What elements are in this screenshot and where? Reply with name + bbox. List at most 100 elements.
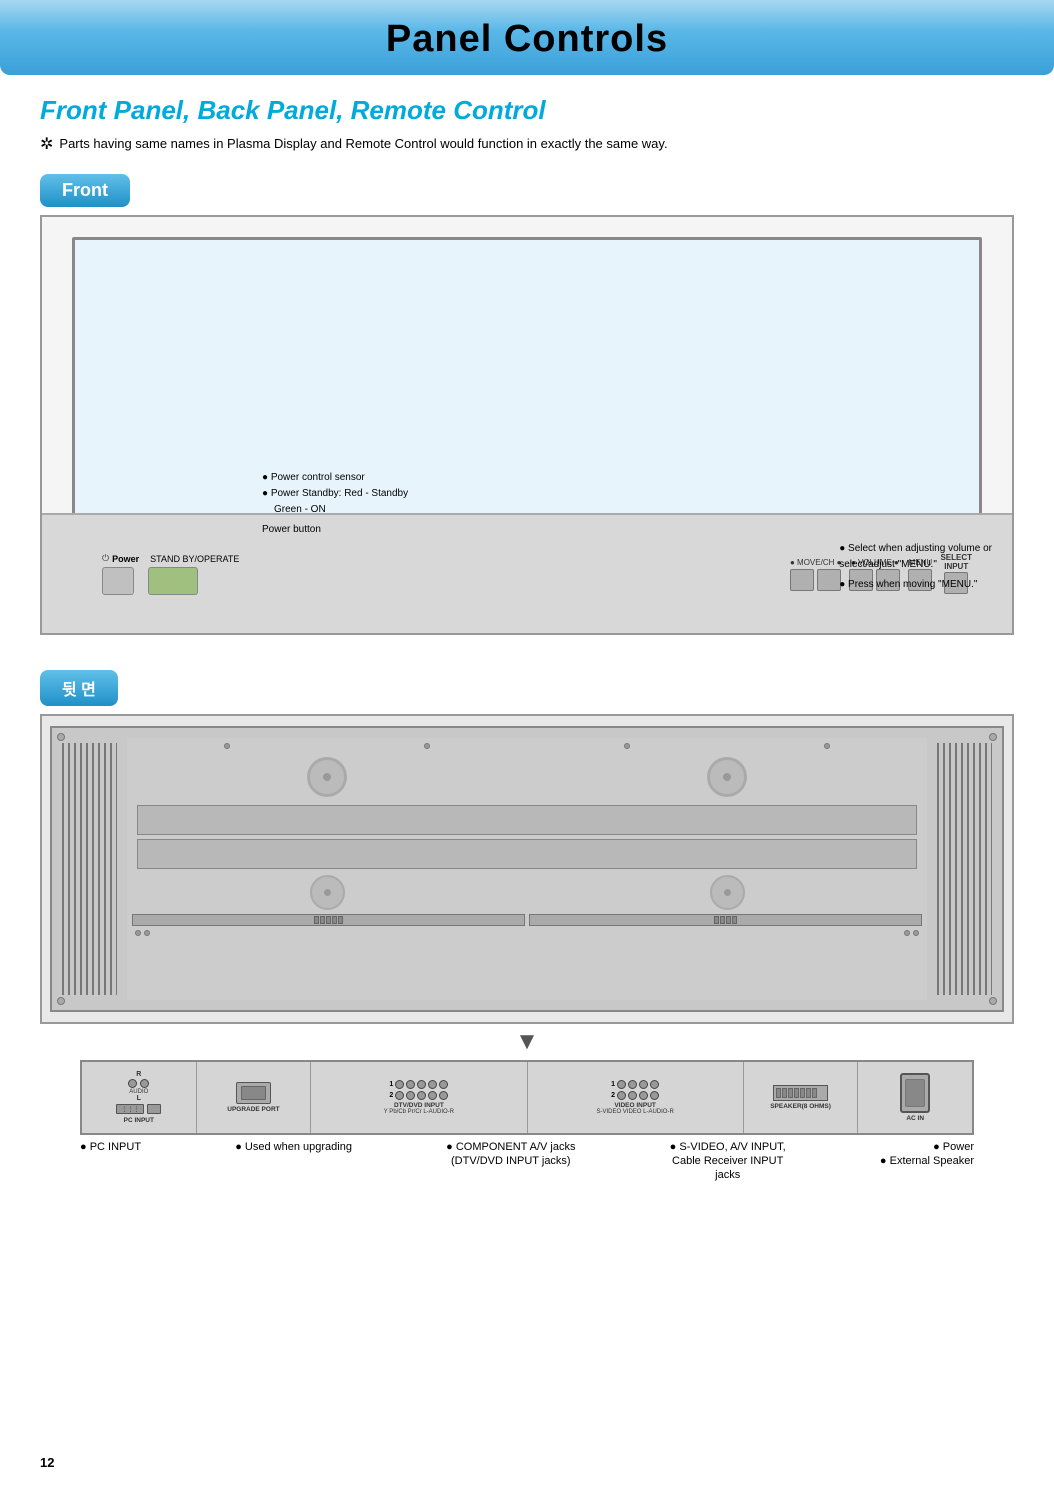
dtv-dvd-seg: 1 2 DTV/DVD INPUT Y Pb/Cb Pr/Cr: [311, 1062, 527, 1133]
pc-input-bottom-label: ● PC INPUT: [80, 1141, 141, 1181]
conn-pin-3: [326, 916, 331, 924]
upper-fans: [127, 757, 927, 797]
pc-input-label: PC INPUT: [124, 1117, 154, 1124]
dtv-rows: 1 2: [389, 1080, 448, 1100]
dtv-j10: [439, 1091, 448, 1100]
conn-pin-2: [320, 916, 325, 924]
fan-left: [307, 757, 347, 797]
conn-pin-4: [332, 916, 337, 924]
fan-center-left: [323, 773, 331, 781]
pc-input-r-label: R: [136, 1071, 141, 1078]
pc-input-l-label: L: [137, 1095, 141, 1102]
video-rows: 1 2: [611, 1080, 659, 1100]
conn-row-2: [529, 914, 922, 926]
vid-j7: [639, 1091, 648, 1100]
standby-button[interactable]: [148, 567, 198, 595]
svideo-bottom-text: ● S-VIDEO, A/V INPUT,: [670, 1141, 786, 1153]
tv-screen: [72, 237, 982, 517]
speaker-connector-area: [773, 1085, 828, 1101]
standby-ann2: Green - ON: [274, 502, 408, 518]
power-label: Power: [112, 554, 139, 564]
screw-tr: [989, 733, 997, 741]
power-buttons: [102, 567, 198, 595]
upgrade-port-inner: [241, 1086, 266, 1100]
svideo-bottom-text2: Cable Receiver INPUT: [670, 1155, 786, 1167]
ind-2: [144, 930, 150, 936]
video-label: VIDEO INPUT: [614, 1102, 656, 1109]
conn-pin-1: [314, 916, 319, 924]
vid-j4: [650, 1080, 659, 1089]
dtv-j8: [417, 1091, 426, 1100]
back-diagram-container: ▼ R AUDIO L ⋮⋮⋮ PC INPUT UPGRADE PORT: [40, 714, 1014, 1181]
left-annotations: ● Power control sensor ● Power Standby: …: [262, 470, 408, 538]
speaker-seg: SPEAKER(8 OHMS): [744, 1062, 859, 1133]
upgrade-port-seg: UPGRADE PORT: [197, 1062, 312, 1133]
fan-lower-center-left: [324, 889, 331, 896]
conn-row-1: [132, 914, 525, 926]
component-bottom-text2: (DTV/DVD INPUT jacks): [446, 1155, 575, 1167]
speaker-label: SPEAKER(8 OHMS): [770, 1103, 831, 1110]
dtv-row-2: 2: [389, 1091, 448, 1100]
conn-pin-8: [726, 916, 731, 924]
upgrade-port-label: UPGRADE PORT: [227, 1106, 279, 1113]
move-ch-right-button[interactable]: [817, 569, 841, 591]
page-number: 12: [40, 1455, 54, 1470]
vid-j5: [617, 1091, 626, 1100]
pc-connector-2: [147, 1104, 161, 1114]
fan-lower-right: [710, 875, 745, 910]
right-bottom-ind: [904, 930, 919, 936]
ac-in-seg: AC IN: [858, 1062, 972, 1133]
component-bottom-text: ● COMPONENT A/V jacks: [446, 1141, 575, 1153]
spk-p5: [800, 1088, 805, 1098]
upgrade-port-connector: [236, 1082, 271, 1104]
move-ch-buttons: [790, 569, 841, 591]
conn-pin-5: [338, 916, 343, 924]
spk-p4: [794, 1088, 799, 1098]
connector-image-area: R AUDIO L ⋮⋮⋮ PC INPUT UPGRADE PORT: [80, 1060, 974, 1135]
note-text: ✲ Parts having same names in Plasma Disp…: [40, 136, 1014, 154]
move-ch-left-button[interactable]: [790, 569, 814, 591]
hole-3: [624, 743, 630, 749]
pc-vga-connector: ⋮⋮⋮: [116, 1104, 144, 1114]
pc-vga-row: ⋮⋮⋮: [116, 1104, 161, 1114]
screw-bl: [57, 997, 65, 1005]
power-bottom-text: ● Power: [880, 1141, 974, 1153]
section-heading: Front Panel, Back Panel, Remote Control: [40, 95, 1014, 126]
fan-lower-left: [310, 875, 345, 910]
pc-input-seg: R AUDIO L ⋮⋮⋮ PC INPUT: [82, 1062, 197, 1133]
video-row-1: 1: [611, 1080, 659, 1089]
note-content: Parts having same names in Plasma Displa…: [59, 136, 667, 151]
conn-pin-6: [714, 916, 719, 924]
dtv-j6: [395, 1091, 404, 1100]
vid-j8: [650, 1091, 659, 1100]
lower-fans: [127, 875, 927, 910]
bottom-labels-row: ● PC INPUT ● Used when upgrading ● COMPO…: [80, 1141, 974, 1181]
pc-input-bottom-text: ● PC INPUT: [80, 1141, 141, 1153]
svideo-bottom-text3: jacks: [670, 1169, 786, 1181]
select-ann: ● Select when adjusting volume or: [839, 541, 992, 557]
ac-inner: [905, 1079, 925, 1107]
right-vent: [937, 743, 992, 995]
conn-pin-7: [720, 916, 725, 924]
fan-lower-center-right: [724, 889, 731, 896]
video-row1-num: 1: [611, 1081, 615, 1088]
power-section: ⏻ Power STAND BY/OPERATE: [102, 553, 239, 595]
pc-audio-r-jack: [128, 1079, 137, 1088]
fan-right: [707, 757, 747, 797]
power-btn-ann: Power button: [262, 522, 408, 538]
spk-p2: [782, 1088, 787, 1098]
top-holes: [127, 738, 927, 749]
dtv-j3: [417, 1080, 426, 1089]
power-label-row: ⏻ Power STAND BY/OPERATE: [102, 553, 239, 564]
power-bottom-label: ● Power ● External Speaker: [880, 1141, 974, 1181]
ac-in-label: AC IN: [906, 1115, 924, 1122]
bottom-connectors-back: [127, 914, 927, 926]
left-bottom-ind: [135, 930, 150, 936]
ind-3: [904, 930, 910, 936]
vid-j2: [628, 1080, 637, 1089]
spk-p7: [812, 1088, 817, 1098]
power-button[interactable]: [102, 567, 134, 595]
back-panel-badge: 뒷 면: [40, 670, 118, 706]
speaker-pins: [773, 1085, 828, 1101]
pc-audio-jacks: [128, 1079, 149, 1088]
